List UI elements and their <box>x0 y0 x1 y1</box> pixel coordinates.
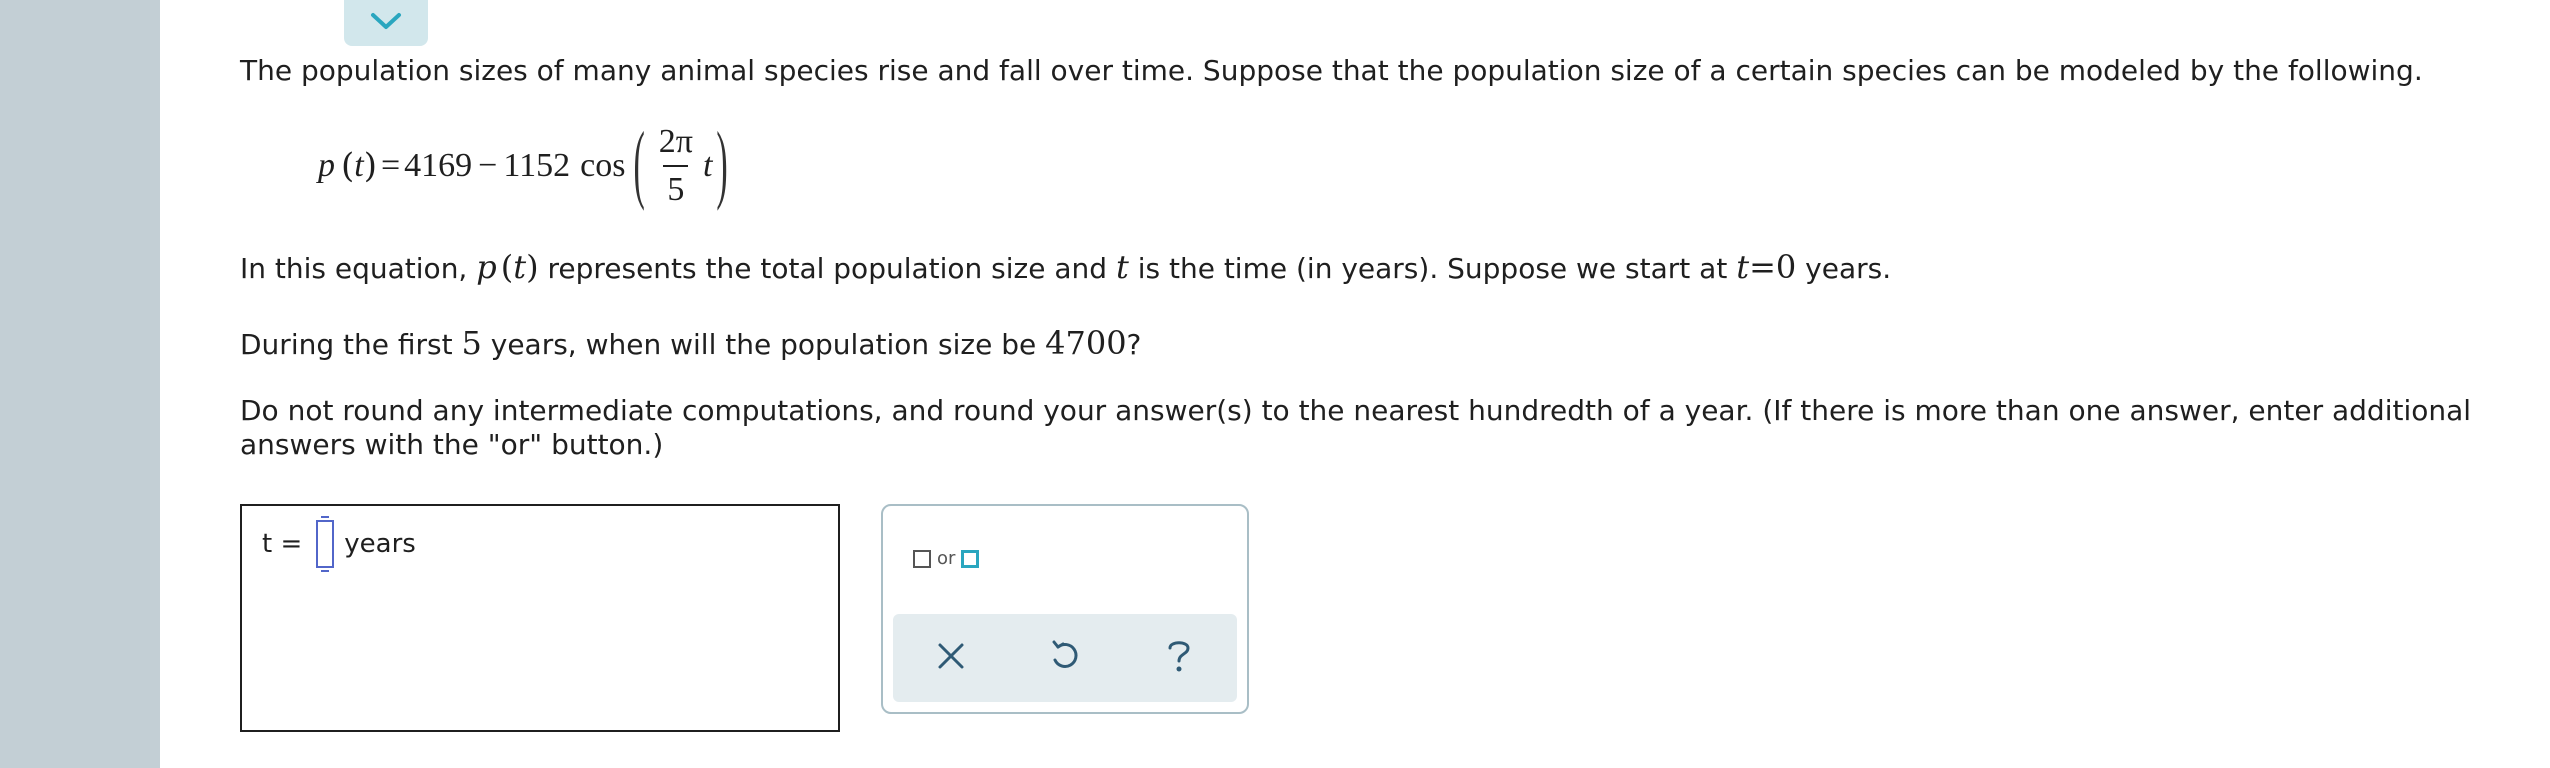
blank-square-active-icon <box>961 549 980 568</box>
answer-label: t = <box>262 529 303 559</box>
help-icon <box>1164 637 1194 679</box>
help-button[interactable] <box>1149 628 1209 688</box>
blank-square-icon <box>913 549 931 568</box>
question: During the first 5 years, when will the … <box>240 324 1142 362</box>
eq-denominator: 5 <box>663 165 689 209</box>
or-label: or <box>937 548 956 569</box>
answer-line: t = years <box>262 516 416 572</box>
answer-area: t = years <box>240 504 840 732</box>
math-tool-panel: or <box>881 504 1249 714</box>
left-sidebar <box>0 0 160 768</box>
problem-intro: The population sizes of many animal spec… <box>240 54 2423 87</box>
eq-equals: = <box>380 147 401 184</box>
eq-coefficient: 1152 <box>503 147 571 184</box>
instructions-line-1: Do not round any intermediate computatio… <box>240 394 2472 427</box>
eq-var: t <box>702 147 713 184</box>
undo-button[interactable] <box>1035 628 1095 688</box>
eq-lhs-var: t <box>354 147 364 184</box>
eq-fn: p <box>318 147 335 184</box>
eq-constant: 4169 <box>404 147 473 184</box>
equation-explanation: In this equation, p (t) represents the to… <box>240 248 1892 286</box>
undo-icon <box>1048 639 1082 677</box>
instructions-line-2: answers with the "or" button.) <box>240 428 664 461</box>
chevron-down-icon <box>369 10 403 36</box>
or-button[interactable]: or <box>913 548 980 569</box>
answer-unit: years <box>344 529 416 559</box>
tool-bar <box>893 614 1237 702</box>
model-equation: p (t) = 4169 − 1152 cos ( 2π 5 t ) <box>318 116 728 213</box>
clear-button[interactable] <box>921 628 981 688</box>
eq-fraction: 2π 5 <box>655 123 697 209</box>
close-icon <box>936 641 966 675</box>
eq-func: cos <box>580 147 626 184</box>
answer-input[interactable] <box>316 516 335 572</box>
eq-numerator: 2π <box>658 123 693 160</box>
collapse-toggle[interactable] <box>344 0 428 46</box>
eq-minus: − <box>478 147 498 184</box>
